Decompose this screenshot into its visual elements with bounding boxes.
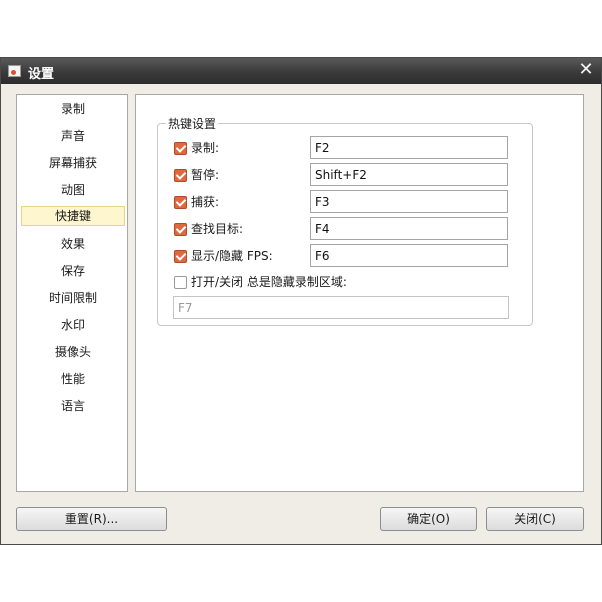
label-toggle-hide-area: 打开/关闭 总是隐藏录制区域: xyxy=(191,275,347,289)
label-pause: 暂停: xyxy=(191,168,220,182)
app-icon xyxy=(8,65,21,77)
hotkeys-panel: 热键设置 录制: 暂停: 捕获: 查找目标: 显示/隐藏 FPS: 打开/关闭 … xyxy=(135,94,584,492)
sidebar-item-gif[interactable]: 动图 xyxy=(21,180,125,200)
checkbox-toggle-hide-area[interactable] xyxy=(174,276,187,289)
checkbox-find-target[interactable] xyxy=(174,223,187,236)
checkbox-pause[interactable] xyxy=(174,169,187,182)
sidebar-item-time-limit[interactable]: 时间限制 xyxy=(21,288,125,308)
checkbox-capture[interactable] xyxy=(174,196,187,209)
window-title: 设置 xyxy=(28,67,55,82)
sidebar-item-sound[interactable]: 声音 xyxy=(21,126,125,146)
sidebar-item-webcam[interactable]: 摄像头 xyxy=(21,342,125,362)
label-capture: 捕获: xyxy=(191,195,220,209)
title-bar[interactable]: 设置 ✕ xyxy=(1,58,601,84)
reset-button[interactable]: 重置(R)... xyxy=(16,507,167,531)
hotkey-input-record[interactable] xyxy=(310,136,508,159)
ok-button[interactable]: 确定(O) xyxy=(380,507,477,531)
sidebar-item-record[interactable]: 录制 xyxy=(21,99,125,119)
checkbox-record[interactable] xyxy=(174,142,187,155)
close-icon[interactable]: ✕ xyxy=(577,60,595,80)
settings-category-list: 录制 声音 屏幕捕获 动图 快捷键 效果 保存 时间限制 水印 摄像头 性能 语… xyxy=(16,94,128,492)
sidebar-item-performance[interactable]: 性能 xyxy=(21,369,125,389)
label-record: 录制: xyxy=(191,141,220,155)
label-find-target: 查找目标: xyxy=(191,222,244,236)
hotkey-input-toggle-hide-area[interactable] xyxy=(173,296,509,319)
settings-window: 设置 ✕ 录制 声音 屏幕捕获 动图 快捷键 效果 保存 时间限制 水印 摄像头… xyxy=(0,57,602,545)
hotkey-input-find-target[interactable] xyxy=(310,217,508,240)
hotkey-input-capture[interactable] xyxy=(310,190,508,213)
close-button[interactable]: 关闭(C) xyxy=(486,507,584,531)
hotkey-input-show-hide-fps[interactable] xyxy=(310,244,508,267)
hotkeys-groupbox: 热键设置 录制: 暂停: 捕获: 查找目标: 显示/隐藏 FPS: 打开/关闭 … xyxy=(157,115,533,326)
group-title: 热键设置 xyxy=(166,115,219,132)
sidebar-item-hotkeys[interactable]: 快捷键 xyxy=(21,206,125,226)
sidebar-item-watermark[interactable]: 水印 xyxy=(21,315,125,335)
checkbox-show-hide-fps[interactable] xyxy=(174,250,187,263)
sidebar-item-save[interactable]: 保存 xyxy=(21,261,125,281)
sidebar-item-screen-capture[interactable]: 屏幕捕获 xyxy=(21,153,125,173)
label-show-hide-fps: 显示/隐藏 FPS: xyxy=(191,249,273,263)
sidebar-item-effects[interactable]: 效果 xyxy=(21,234,125,254)
sidebar-item-language[interactable]: 语言 xyxy=(21,396,125,416)
hotkey-input-pause[interactable] xyxy=(310,163,508,186)
